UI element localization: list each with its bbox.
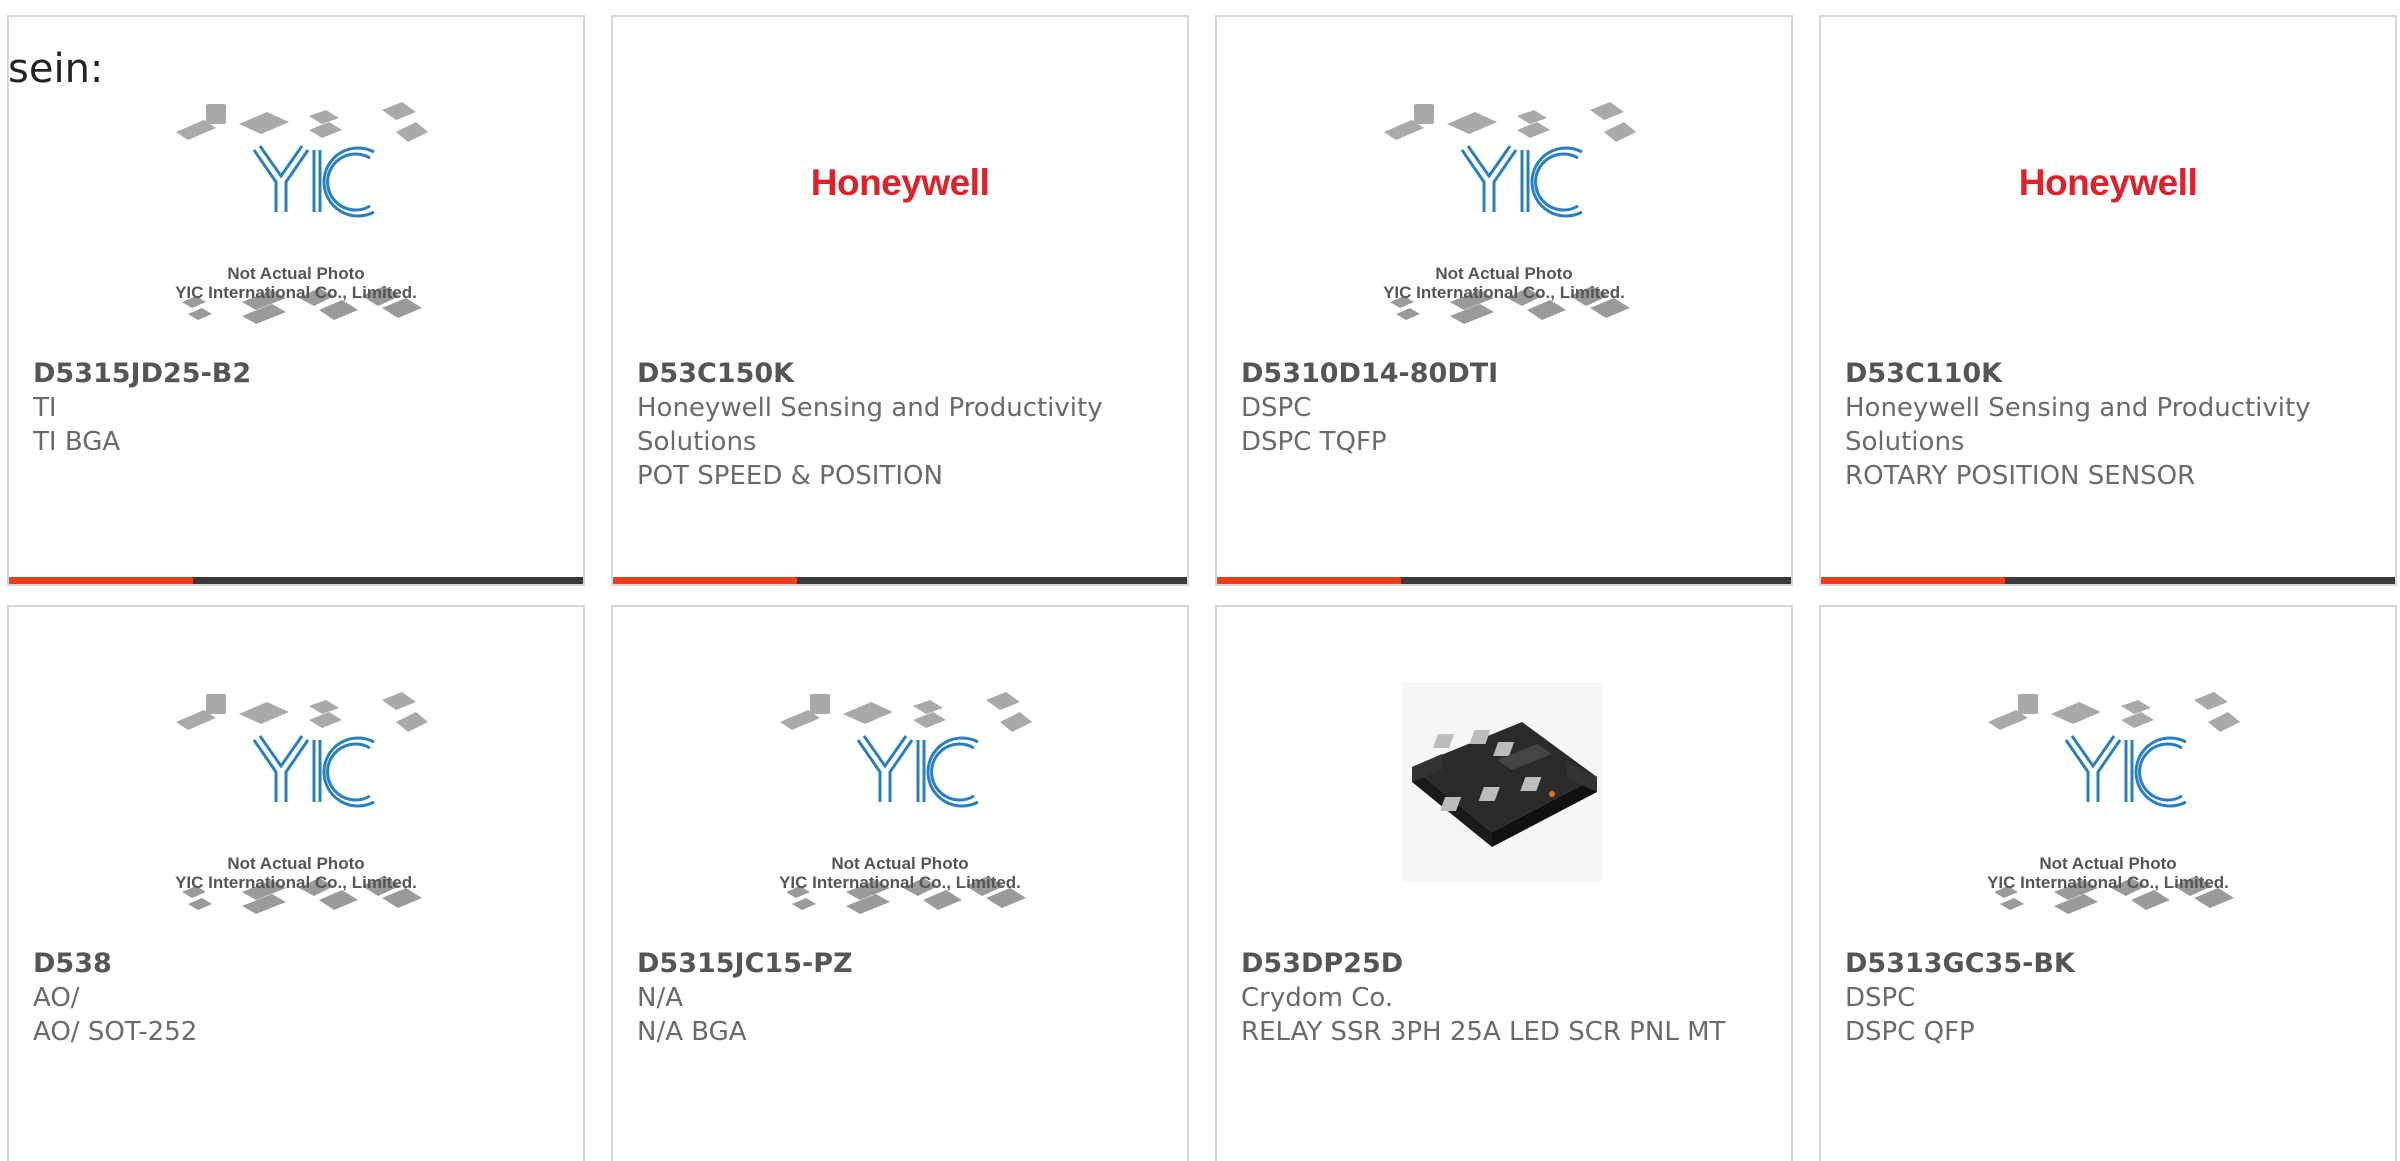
chip-collage-icon <box>176 692 428 914</box>
caption-line-1: Not Actual Photo <box>227 264 365 283</box>
product-card[interactable]: Honeywell D53C110K Honeywell Sensing and… <box>1819 15 2397 586</box>
honeywell-logo: Honeywell <box>810 162 990 203</box>
product-image-placeholder[interactable]: Not Actual Photo YIC International Co., … <box>9 607 583 947</box>
manufacturer: Crydom Co. <box>1241 983 1394 1013</box>
description: RELAY SSR 3PH 25A LED SCR PNL MT <box>1241 1017 1726 1047</box>
product-card[interactable]: Not Actual Photo YIC International Co., … <box>1819 605 2397 1161</box>
product-image-brand[interactable]: Honeywell <box>613 17 1187 357</box>
product-card[interactable]: Not Actual Photo YIC International Co., … <box>611 605 1189 1161</box>
product-card[interactable]: Honeywell D53C150K Honeywell Sensing and… <box>611 15 1189 586</box>
product-info: D53C110K Honeywell Sensing and Productiv… <box>1845 357 2375 493</box>
caption-line-1: Not Actual Photo <box>227 854 365 873</box>
part-number-link[interactable]: D53C150K <box>637 357 1167 391</box>
card-accent <box>1217 577 1401 584</box>
product-info: D538 AO/ AO/ SOT-252 <box>33 947 563 1049</box>
placeholder-caption: Not Actual Photo YIC International Co., … <box>1217 264 1791 302</box>
manufacturer: DSPC <box>1845 983 1916 1013</box>
lead-text: sein: <box>8 46 104 92</box>
product-grid-page: sein: Not Actual Photo YIC International… <box>0 0 2400 1161</box>
card-bottom-bar <box>9 577 583 584</box>
honeywell-logo: Honeywell <box>2018 162 2198 203</box>
product-image-photo[interactable] <box>1217 607 1791 947</box>
part-number-link[interactable]: D5313GC35-BK <box>1845 947 2375 981</box>
product-card[interactable]: D53DP25D Crydom Co. RELAY SSR 3PH 25A LE… <box>1215 605 1793 1161</box>
product-image-brand[interactable]: Honeywell <box>1821 17 2395 357</box>
part-number-link[interactable]: D5310D14-80DTI <box>1241 357 1771 391</box>
part-number-link[interactable]: D5315JC15-PZ <box>637 947 1167 981</box>
part-number-link[interactable]: D53DP25D <box>1241 947 1771 981</box>
description: TI BGA <box>33 427 121 457</box>
product-info: D53C150K Honeywell Sensing and Productiv… <box>637 357 1167 493</box>
card-bottom-bar <box>1821 577 2395 584</box>
caption-line-1: Not Actual Photo <box>1435 264 1573 283</box>
manufacturer: Honeywell Sensing and Productivity Solut… <box>637 393 1103 457</box>
placeholder-caption: Not Actual Photo YIC International Co., … <box>613 854 1187 892</box>
placeholder-caption: Not Actual Photo YIC International Co., … <box>9 854 583 892</box>
caption-line-2: YIC International Co., Limited. <box>175 283 417 302</box>
card-accent <box>613 577 797 584</box>
placeholder-caption: Not Actual Photo YIC International Co., … <box>9 264 583 302</box>
caption-line-2: YIC International Co., Limited. <box>779 873 1021 892</box>
chip-collage-icon <box>176 102 428 324</box>
product-info: D5315JC15-PZ N/A N/A BGA <box>637 947 1167 1049</box>
product-image-placeholder[interactable]: Not Actual Photo YIC International Co., … <box>613 607 1187 947</box>
description: ROTARY POSITION SENSOR <box>1845 461 2196 491</box>
part-number-link[interactable]: D538 <box>33 947 563 981</box>
description: N/A BGA <box>637 1017 747 1047</box>
product-info: D5310D14-80DTI DSPC DSPC TQFP <box>1241 357 1771 459</box>
product-card[interactable]: Not Actual Photo YIC International Co., … <box>7 15 585 586</box>
card-bottom-bar <box>613 577 1187 584</box>
caption-line-2: YIC International Co., Limited. <box>1987 873 2229 892</box>
manufacturer: DSPC <box>1241 393 1312 423</box>
caption-line-2: YIC International Co., Limited. <box>1383 283 1625 302</box>
product-image-placeholder[interactable]: Not Actual Photo YIC International Co., … <box>1217 17 1791 357</box>
manufacturer: Honeywell Sensing and Productivity Solut… <box>1845 393 2311 457</box>
part-number-link[interactable]: D53C110K <box>1845 357 2375 391</box>
product-info: D53DP25D Crydom Co. RELAY SSR 3PH 25A LE… <box>1241 947 1771 1049</box>
card-bottom-bar <box>1217 577 1791 584</box>
product-info: D5315JD25-B2 TI TI BGA <box>33 357 563 459</box>
description: AO/ SOT-252 <box>33 1017 198 1047</box>
product-card[interactable]: Not Actual Photo YIC International Co., … <box>1215 15 1793 586</box>
description: DSPC TQFP <box>1241 427 1387 457</box>
caption-line-1: Not Actual Photo <box>831 854 969 873</box>
manufacturer: N/A <box>637 983 683 1013</box>
placeholder-caption: Not Actual Photo YIC International Co., … <box>1821 854 2395 892</box>
description: POT SPEED & POSITION <box>637 461 943 491</box>
product-info: D5313GC35-BK DSPC DSPC QFP <box>1845 947 2375 1049</box>
card-accent <box>9 577 193 584</box>
relay-icon <box>1402 682 1602 882</box>
part-number-link[interactable]: D5315JD25-B2 <box>33 357 563 391</box>
description: DSPC QFP <box>1845 1017 1975 1047</box>
chip-collage-icon <box>1384 102 1636 324</box>
relay-photo <box>1402 682 1602 882</box>
manufacturer: AO/ <box>33 983 80 1013</box>
product-image-placeholder[interactable]: Not Actual Photo YIC International Co., … <box>1821 607 2395 947</box>
caption-line-1: Not Actual Photo <box>2039 854 2177 873</box>
card-accent <box>1821 577 2005 584</box>
chip-collage-icon <box>780 692 1032 914</box>
manufacturer: TI <box>33 393 57 423</box>
chip-collage-icon <box>1988 692 2240 914</box>
caption-line-2: YIC International Co., Limited. <box>175 873 417 892</box>
product-card[interactable]: Not Actual Photo YIC International Co., … <box>7 605 585 1161</box>
